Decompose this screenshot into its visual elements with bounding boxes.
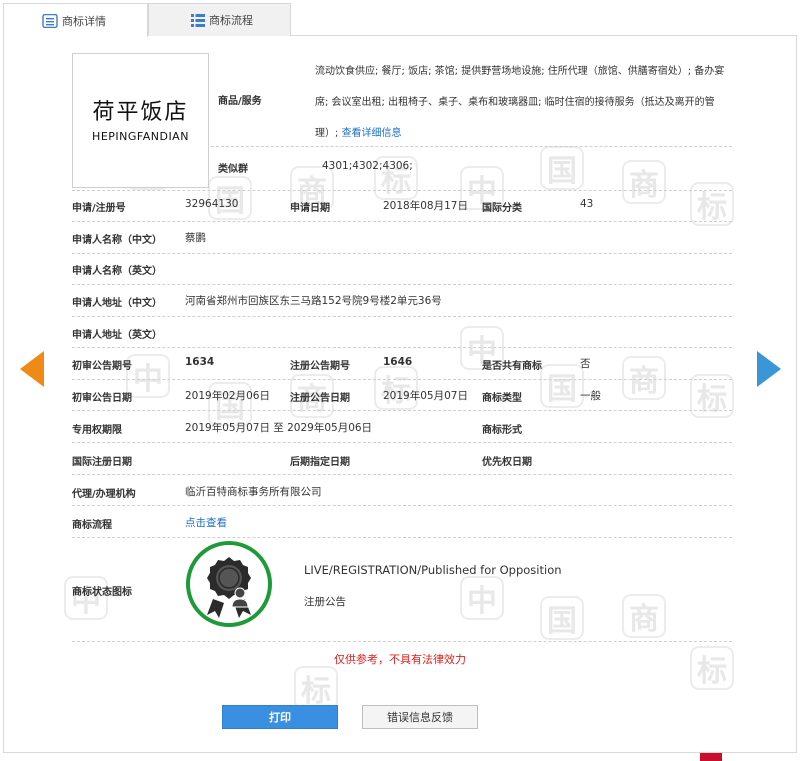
intl-class-value: 43: [580, 198, 594, 210]
view-process-link[interactable]: 点击查看: [185, 515, 227, 530]
intl-class-label: 国际分类: [482, 203, 522, 214]
previous-arrow-icon[interactable]: [20, 351, 44, 387]
address-en-label: 申请人地址（英文）: [72, 330, 162, 341]
tm-form-label: 商标形式: [482, 425, 522, 436]
watermark-char: 商: [622, 356, 666, 400]
tm-process-label: 商标流程: [72, 520, 112, 531]
reg-pub-no-label: 注册公告期号: [290, 361, 350, 372]
reg-no-label: 申请/注册号: [72, 203, 126, 214]
watermark-char: 标: [294, 666, 338, 710]
agency-label: 代理/办理机构: [72, 489, 136, 500]
status-text-cn: 注册公告: [304, 596, 346, 608]
later-designation-date-label: 后期指定日期: [290, 457, 350, 468]
tab-trademark-detail[interactable]: 商标详情: [3, 3, 148, 37]
list-icon: [191, 14, 205, 27]
trademark-logo-cn: 荷平饭店: [92, 100, 189, 125]
row-divider: [72, 537, 732, 538]
watermark-char: 国: [540, 364, 584, 408]
trademark-image: 荷平饭店 HEPINGFANDIAN: [72, 53, 209, 188]
priority-date-label: 优先权日期: [482, 457, 532, 468]
app-date-value: 2018年08月17日: [383, 200, 468, 212]
app-date-label: 申请日期: [290, 203, 330, 214]
watermark-char: 商: [622, 594, 666, 638]
reg-pub-date-label: 注册公告日期: [290, 393, 350, 404]
print-button[interactable]: 打印: [222, 705, 338, 729]
view-details-link[interactable]: 查看详细信息: [342, 128, 402, 139]
row-divider: [72, 410, 732, 411]
reg-no-value: 32964130: [185, 198, 239, 210]
trademark-logo-en: HEPINGFANDIAN: [92, 130, 189, 143]
address-cn-label: 申请人地址（中文）: [72, 298, 162, 309]
applicant-en-label: 申请人名称（英文）: [72, 266, 162, 277]
row-divider: [72, 316, 732, 317]
intl-reg-date-label: 国际注册日期: [72, 457, 132, 468]
tab-label: 商标流程: [209, 14, 253, 27]
next-arrow-icon[interactable]: [757, 351, 781, 387]
row-divider: [72, 379, 732, 380]
tab-bar: 商标详情 商标流程: [3, 3, 797, 37]
watermark-char: 国: [540, 146, 584, 190]
row-divider: [72, 190, 732, 191]
status-text-en: LIVE/REGISTRATION/Published for Oppositi…: [304, 563, 562, 577]
shared-label: 是否共有商标: [482, 361, 542, 372]
watermark-char: 商: [622, 160, 666, 204]
row-divider: [72, 221, 732, 222]
seal-graphic: [207, 557, 251, 618]
row-divider: [72, 284, 732, 285]
prelim-pub-no-value: 1634: [185, 356, 215, 368]
registered-seal-icon: [186, 541, 272, 627]
error-feedback-button[interactable]: 错误信息反馈: [362, 705, 478, 729]
disclaimer-text: 仅供参考，不具有法律效力: [334, 653, 466, 666]
exclusive-period-label: 专用权期限: [72, 425, 122, 436]
row-divider: [72, 253, 732, 254]
corner-decoration: [700, 753, 722, 761]
agency-value: 临沂百特商标事务所有限公司: [185, 486, 322, 498]
prelim-pub-date-label: 初审公告日期: [72, 393, 132, 404]
tab-label: 商标详情: [62, 14, 106, 28]
watermark-char: 标: [690, 182, 734, 226]
tab-trademark-process[interactable]: 商标流程: [148, 3, 291, 36]
exclusive-period-value: 2019年05月07日 至 2029年05月06日: [185, 422, 373, 434]
row-divider: [72, 641, 732, 642]
applicant-cn-label: 申请人名称（中文）: [72, 235, 162, 246]
status-icon-label: 商标状态图标: [72, 587, 132, 598]
prelim-pub-no-label: 初审公告期号: [72, 361, 132, 372]
row-divider: [72, 474, 732, 475]
goods-services-label: 商品/服务: [218, 96, 262, 107]
goods-services-value: 流动饮食供应; 餐厅; 饭店; 茶馆; 提供野营场地设施; 住所代理（旅馆、供膳…: [315, 56, 735, 149]
watermark-char: 标: [690, 374, 734, 418]
watermark-char: 中: [460, 576, 504, 620]
row-divider: [72, 347, 732, 348]
similar-group-label: 类似群: [218, 164, 248, 175]
watermark-char: 国: [540, 596, 584, 640]
similar-group-value: 4301;4302;4306;: [322, 160, 413, 172]
row-divider: [72, 505, 732, 506]
row-divider: [72, 442, 732, 443]
address-cn-value: 河南省郑州市回族区东三马路152号院9号楼2单元36号: [185, 295, 442, 307]
reg-pub-no-value: 1646: [383, 356, 413, 368]
tm-type-label: 商标类型: [482, 393, 522, 404]
shared-value: 否: [580, 358, 591, 370]
tm-type-value: 一般: [580, 390, 601, 402]
row-divider: [211, 146, 732, 147]
prelim-pub-date-value: 2019年02月06日: [185, 390, 270, 402]
trademark-detail-panel: 中 国 商 标 中 国 商 标 中 国 商 标 中 国 商 标 中 标 中 国 …: [3, 36, 797, 753]
reg-pub-date-value: 2019年05月07日: [383, 390, 468, 402]
applicant-cn-value: 蔡鹏: [185, 232, 206, 244]
document-icon: [42, 14, 58, 28]
watermark-char: 中: [126, 354, 170, 398]
